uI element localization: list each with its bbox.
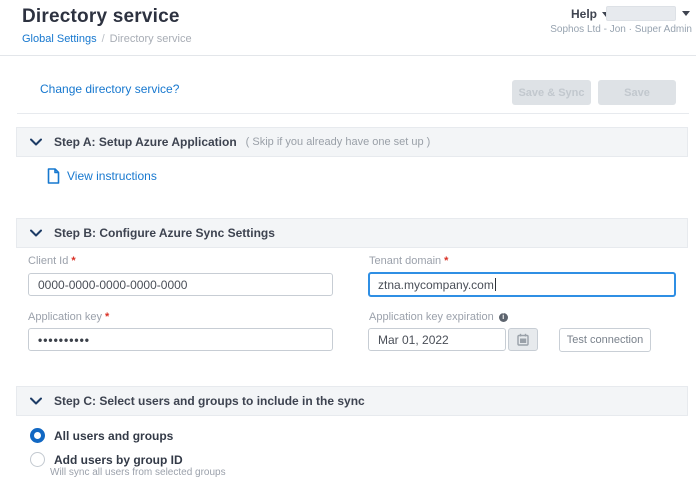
radio-unselected-icon	[30, 452, 45, 467]
breadcrumb-separator: /	[102, 33, 105, 45]
step-a-header[interactable]: Step A: Setup Azure Application ( Skip i…	[16, 127, 688, 157]
change-directory-service-link[interactable]: Change directory service?	[40, 82, 179, 96]
required-marker: *	[105, 311, 109, 323]
breadcrumb: Global Settings / Directory service	[22, 33, 192, 45]
help-menu-button[interactable]: Help	[571, 7, 610, 21]
application-key-label: Application key*	[28, 311, 109, 323]
breadcrumb-current: Directory service	[110, 33, 192, 45]
application-key-expiration-label: Application key expirationi	[369, 311, 508, 323]
test-connection-button[interactable]: Test connection	[559, 328, 651, 352]
step-b-header[interactable]: Step B: Configure Azure Sync Settings	[16, 218, 688, 248]
info-icon: i	[499, 313, 508, 322]
save-button[interactable]: Save	[598, 80, 676, 105]
client-id-label: Client Id*	[28, 255, 76, 267]
expiration-date-input[interactable]	[368, 328, 506, 351]
step-b-title: Step B: Configure Azure Sync Settings	[54, 226, 275, 240]
chevron-down-icon	[30, 229, 42, 237]
help-label: Help	[571, 7, 597, 21]
step-c-header[interactable]: Step C: Select users and groups to inclu…	[16, 386, 688, 416]
radio-all-users-and-groups[interactable]: All users and groups	[30, 428, 173, 443]
calendar-icon	[517, 333, 529, 346]
chevron-down-icon[interactable]	[682, 11, 690, 16]
breadcrumb-global-settings[interactable]: Global Settings	[22, 33, 97, 45]
view-instructions-link[interactable]: View instructions	[47, 168, 157, 184]
chevron-down-icon	[30, 397, 42, 405]
toolbar-divider	[17, 113, 689, 114]
radio-option-sublabel: Will sync all users from selected groups	[50, 467, 226, 478]
chevron-down-icon	[30, 138, 42, 146]
save-and-sync-button[interactable]: Save & Sync	[512, 80, 591, 105]
radio-add-users-by-group-id[interactable]: Add users by group ID	[30, 452, 183, 467]
tenant-domain-label: Tenant domain*	[369, 255, 448, 267]
step-c-title: Step C: Select users and groups to inclu…	[54, 394, 365, 408]
step-a-title: Step A: Setup Azure Application	[54, 135, 237, 149]
application-key-input[interactable]	[28, 328, 333, 351]
user-menu-button[interactable]	[606, 6, 676, 21]
account-info: Sophos Ltd - Jon · Super Admin	[550, 24, 692, 35]
tenant-domain-input[interactable]: ztna.mycompany.com	[368, 272, 676, 297]
calendar-picker-button[interactable]	[508, 328, 538, 351]
view-instructions-label: View instructions	[67, 169, 157, 183]
header-divider	[0, 55, 696, 56]
required-marker: *	[444, 255, 448, 267]
step-a-hint: ( Skip if you already have one set up )	[246, 136, 431, 148]
text-cursor	[495, 278, 496, 291]
required-marker: *	[71, 255, 75, 267]
page-title: Directory service	[22, 6, 180, 28]
client-id-input[interactable]	[28, 273, 333, 296]
document-icon	[47, 168, 60, 184]
radio-selected-icon	[30, 428, 45, 443]
